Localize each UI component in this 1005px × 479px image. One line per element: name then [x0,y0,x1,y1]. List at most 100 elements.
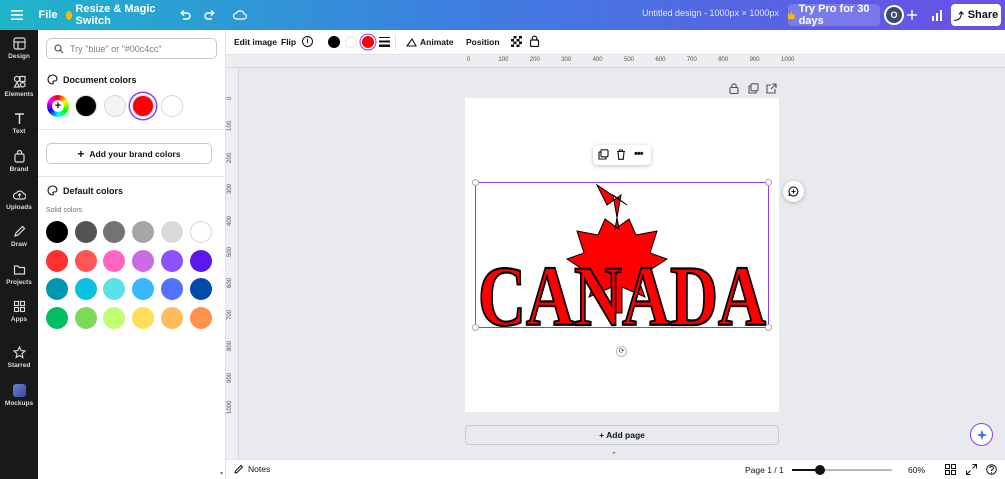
rail-item-draw[interactable]: Draw [0,218,38,256]
edit-image-button[interactable]: Edit image [234,37,277,47]
lock-icon[interactable] [529,35,540,49]
solid-color-swatch[interactable] [103,249,126,272]
info-icon[interactable]: i [302,36,313,47]
flip-button[interactable]: Flip [281,37,296,47]
rail-item-projects[interactable]: Projects [0,256,38,294]
crown-icon [66,10,73,20]
rail-item-starred[interactable]: Starred [0,339,38,377]
solid-color-swatch[interactable] [160,278,183,301]
solid-color-swatch[interactable] [74,307,97,330]
divider [395,34,396,50]
solid-color-swatch[interactable] [132,221,155,243]
plus-icon[interactable] [901,4,923,26]
solid-color-swatch[interactable] [46,249,68,272]
solid-color-swatch[interactable] [74,221,97,243]
page-indicator[interactable]: Page 1 / 1 [745,465,784,475]
rail-item-mockups[interactable]: Mockups [0,376,38,414]
undo-icon[interactable] [174,4,196,26]
rail-item-text[interactable]: Text [0,105,38,143]
share-page-icon[interactable] [766,83,777,97]
document-color-swatch[interactable] [75,95,97,117]
redo-icon[interactable] [199,4,221,26]
border-style-icon[interactable] [379,37,390,49]
solid-color-swatch[interactable] [46,278,68,301]
zoom-slider[interactable] [792,465,892,475]
analytics-icon[interactable] [926,4,948,26]
color-search-input[interactable]: Try "blue" or "#00c4cc" [46,38,217,59]
solid-color-swatch[interactable] [189,307,212,330]
ruler-tick-label: 400 [592,57,603,63]
more-options-icon[interactable]: ••• [634,148,644,160]
solid-color-swatch[interactable] [160,249,183,272]
resize-handle[interactable] [765,324,772,331]
document-color-swatch[interactable] [103,95,126,117]
animate-button[interactable]: Animate [406,37,454,47]
solid-color-swatch[interactable] [189,221,212,243]
cloud-save-icon[interactable] [229,4,251,26]
file-menu[interactable]: File [36,4,60,26]
add-page-button[interactable]: + Add page [465,425,779,445]
help-icon[interactable] [986,464,997,477]
add-brand-colors-button[interactable]: + Add your brand colors [46,143,212,164]
solid-color-swatch[interactable] [103,307,126,330]
add-color-button[interactable]: + [47,95,69,117]
magic-assistant-button[interactable] [970,423,993,446]
resize-handle[interactable] [765,179,772,186]
rail-item-apps[interactable]: Apps [0,293,38,331]
rail-item-uploads[interactable]: Uploads [0,180,38,218]
animate-icon [406,37,417,47]
rail-item-design[interactable]: Design [0,30,38,68]
position-button[interactable]: Position [466,37,500,47]
copy-icon[interactable] [598,149,609,163]
bottom-bar: Notes Page 1 / 1 60% [226,459,1005,479]
rotate-handle-icon[interactable]: ⟳ [616,346,627,357]
document-title[interactable]: Untitled design - 1000px × 1000px [642,8,779,18]
solid-color-swatch[interactable] [103,221,126,243]
solid-color-swatch[interactable] [132,307,155,330]
solid-color-swatch[interactable] [189,278,212,301]
selected-image[interactable]: CANADA [472,179,772,331]
element-color-swatch[interactable] [328,36,340,48]
rail-item-elements[interactable]: Elements [0,68,38,106]
transparency-icon[interactable] [511,36,522,47]
resize-handle[interactable] [472,324,479,331]
zoom-level[interactable]: 60% [908,465,925,475]
document-color-swatch[interactable] [161,95,184,117]
scroll-down-icon[interactable]: ▾ [220,470,224,477]
trash-icon[interactable] [616,149,626,163]
ruler-tick-label: 100 [227,121,233,132]
solid-color-swatch[interactable] [103,278,126,301]
add-comment-button[interactable] [783,181,804,202]
solid-color-swatch[interactable] [46,307,68,330]
ruler-tick-label: 300 [227,184,233,195]
zoom-slider-thumb[interactable] [814,465,825,475]
document-color-swatch[interactable] [132,95,155,117]
rail-label: Design [8,53,30,61]
lock-icon[interactable] [729,83,739,97]
duplicate-page-icon[interactable] [748,83,759,97]
solid-color-swatch[interactable] [189,249,212,272]
resize-magic-switch-button[interactable]: Resize & Magic Switch [66,3,160,27]
rail-label: Starred [7,362,31,370]
resize-handle[interactable] [472,179,479,186]
solid-color-swatch[interactable] [160,221,183,243]
notes-label: Notes [248,464,271,474]
color-panel: Try "blue" or "#00c4cc" Document colors … [38,30,226,479]
try-pro-button[interactable]: Try Pro for 30 days [788,3,880,27]
solid-color-swatch[interactable] [132,249,155,272]
fullscreen-icon[interactable] [966,464,977,477]
solid-color-swatch[interactable] [74,278,97,301]
rail-item-brand[interactable]: Brand [0,143,38,181]
solid-color-swatch[interactable] [74,249,97,272]
element-color-swatch[interactable] [345,36,357,48]
menu-icon[interactable] [6,4,28,26]
grid-view-icon[interactable] [945,464,956,477]
notes-button[interactable]: Notes [234,464,270,474]
element-color-swatch[interactable] [362,36,374,48]
solid-color-swatch[interactable] [160,307,183,330]
share-button[interactable]: ⤴ Share [951,4,1001,26]
ruler-tick-label: 500 [227,246,233,257]
divider [38,176,226,177]
solid-color-swatch[interactable] [132,278,155,301]
solid-color-swatch[interactable] [46,221,68,243]
